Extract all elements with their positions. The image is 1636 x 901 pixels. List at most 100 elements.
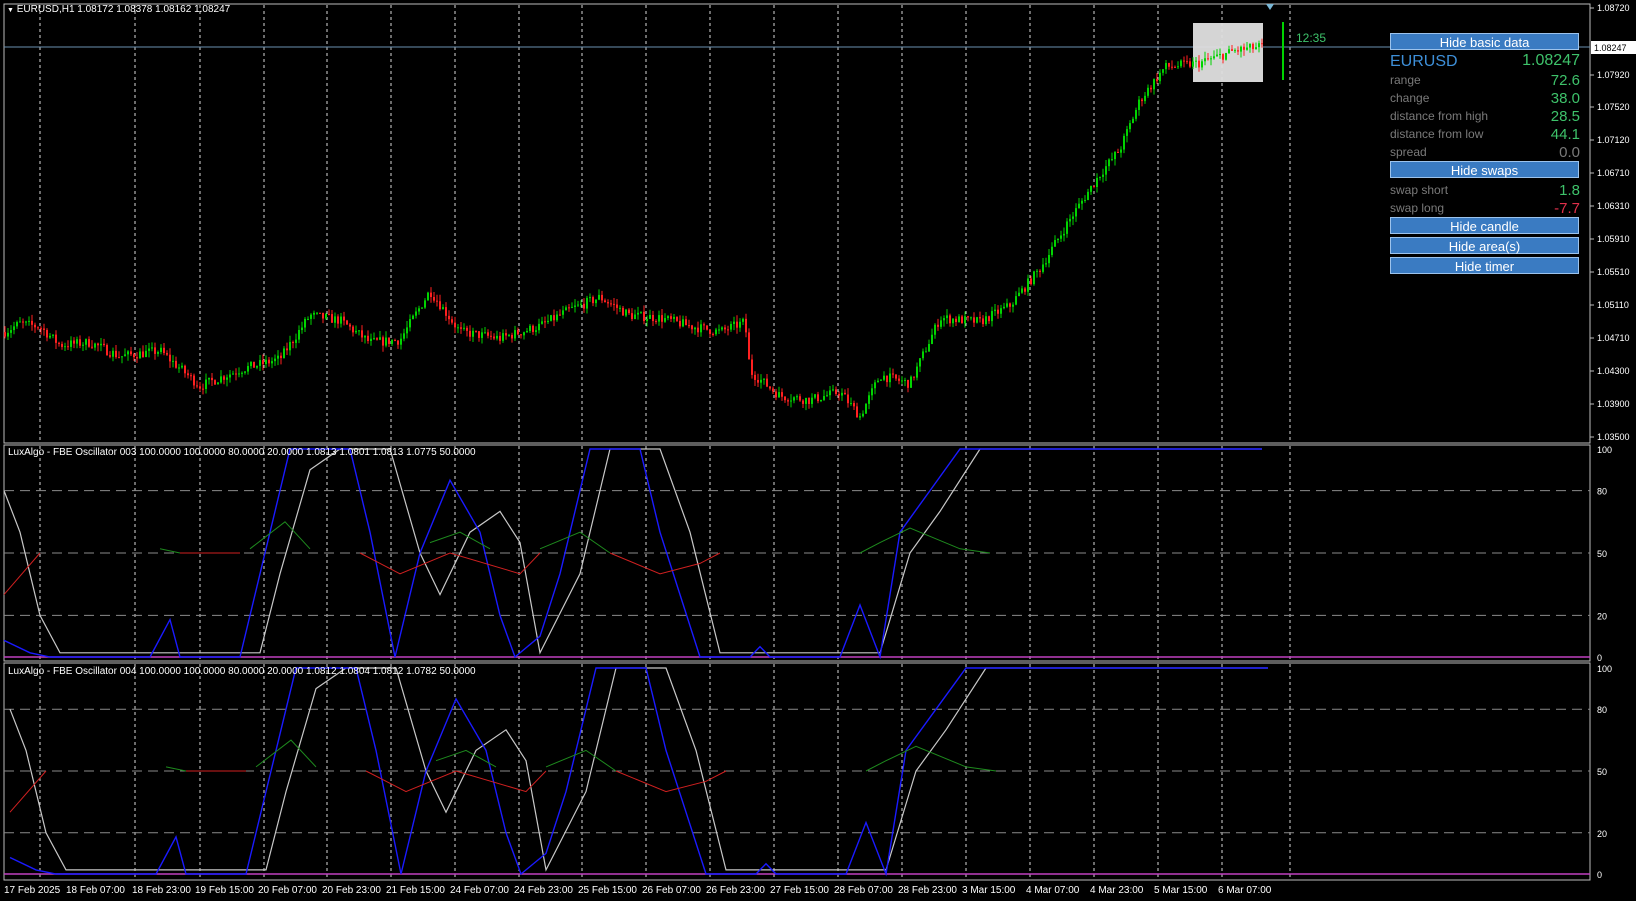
candle-body xyxy=(463,327,465,329)
time-axis-label: 5 Mar 15:00 xyxy=(1154,885,1208,896)
candle-body xyxy=(601,294,603,301)
candle-body xyxy=(175,360,177,368)
candle-body xyxy=(205,379,207,390)
candle-body xyxy=(295,339,297,343)
candle-body xyxy=(100,343,102,346)
candle-body xyxy=(358,330,360,332)
candle-body xyxy=(388,337,390,344)
candle-body xyxy=(886,375,888,383)
candle-body xyxy=(352,326,354,333)
candle-body xyxy=(52,334,54,336)
candle-body xyxy=(1150,87,1152,90)
time-axis-label: 6 Mar 07:00 xyxy=(1218,885,1272,896)
candle-body xyxy=(1219,54,1221,56)
candle-body xyxy=(31,320,33,325)
candle-body xyxy=(1075,208,1077,217)
candle-body xyxy=(778,392,780,398)
candle-body xyxy=(1171,66,1173,68)
candle-body xyxy=(793,397,795,401)
candle-body xyxy=(715,329,717,335)
candle-body xyxy=(1228,49,1230,53)
candle-body xyxy=(556,314,558,321)
candle-body xyxy=(1093,185,1095,187)
candle-body xyxy=(685,319,687,326)
candle-body xyxy=(946,315,948,319)
candle-body xyxy=(826,395,828,397)
candle-body xyxy=(991,311,993,322)
candle-body xyxy=(1135,109,1137,119)
candle-body xyxy=(313,312,315,315)
candle-body xyxy=(244,371,246,373)
hide-candle-button[interactable]: Hide candle xyxy=(1390,217,1579,234)
candle-body xyxy=(1048,254,1050,264)
symbol-ohlc-text: EURUSD,H1 1.08172 1.08378 1.08162 1.0824… xyxy=(16,4,231,15)
candle-body xyxy=(916,366,918,378)
candle-body xyxy=(316,312,318,314)
candle-body xyxy=(739,321,741,328)
candle-body xyxy=(760,379,762,383)
candle-body xyxy=(1225,52,1227,60)
candle-body xyxy=(514,330,516,339)
candle-body xyxy=(1081,200,1083,204)
candle-body xyxy=(517,330,519,335)
candle-body xyxy=(1096,177,1098,187)
candle-body xyxy=(721,327,723,330)
candle-body xyxy=(142,351,144,357)
candle-body xyxy=(91,346,93,348)
candle-body xyxy=(1207,58,1209,60)
candle-body xyxy=(1003,306,1005,309)
candle-body xyxy=(163,347,165,354)
collapse-triangle-icon[interactable]: ▼ xyxy=(7,7,14,14)
candle-body xyxy=(832,389,834,391)
candle-body xyxy=(406,327,408,334)
candle-body xyxy=(985,316,987,325)
candle-body xyxy=(43,328,45,330)
row-label: distance from low xyxy=(1390,127,1484,141)
candle-body xyxy=(1006,303,1008,307)
candle-body xyxy=(322,312,324,319)
candle-body xyxy=(457,327,459,329)
time-axis-label: 24 Feb 23:00 xyxy=(514,885,573,896)
candle-body xyxy=(553,315,555,321)
oscillator-tick-label: 80 xyxy=(1597,487,1607,497)
panel-price: 1.08247 xyxy=(1522,52,1580,69)
candle-body xyxy=(790,400,792,402)
candle-body xyxy=(190,375,192,377)
hide-areas-button[interactable]: Hide area(s) xyxy=(1390,237,1579,254)
hide-basic-data-button[interactable]: Hide basic data xyxy=(1390,33,1579,50)
candle-body xyxy=(706,325,708,330)
candle-body xyxy=(676,316,678,321)
candle-body xyxy=(229,374,231,378)
candle-body xyxy=(1153,79,1155,90)
candle-body xyxy=(988,316,990,322)
candle-body xyxy=(469,330,471,337)
candle-body xyxy=(271,361,273,364)
candle-body xyxy=(298,330,300,340)
row-value: 1.8 xyxy=(1559,182,1580,199)
hide-swaps-button[interactable]: Hide swaps xyxy=(1390,161,1579,178)
candle-body xyxy=(187,373,189,376)
candle-body xyxy=(1240,46,1242,52)
hide-timer-button[interactable]: Hide timer xyxy=(1390,257,1579,274)
candle-body xyxy=(346,320,348,325)
candle-body xyxy=(472,330,474,337)
candle-body xyxy=(439,301,441,310)
candle-body xyxy=(304,318,306,328)
row-value: 38.0 xyxy=(1550,90,1580,107)
candle-body xyxy=(550,315,552,321)
candle-body xyxy=(301,327,303,331)
price-tick-label: 1.06310 xyxy=(1597,201,1630,211)
candle-body xyxy=(799,396,801,401)
candle-body xyxy=(157,351,159,354)
candle-body xyxy=(1255,47,1257,50)
candle-body xyxy=(667,316,669,319)
panel-row-swap-long: swap long -7.7 xyxy=(1390,200,1580,218)
candle-body xyxy=(865,403,867,414)
candle-body xyxy=(1012,304,1014,307)
row-label: distance from high xyxy=(1390,109,1489,123)
candle-body xyxy=(484,332,486,334)
candle-body xyxy=(763,378,765,380)
candle-body xyxy=(532,325,534,332)
time-axis-label: 19 Feb 15:00 xyxy=(195,885,254,896)
candle-body xyxy=(64,346,66,348)
